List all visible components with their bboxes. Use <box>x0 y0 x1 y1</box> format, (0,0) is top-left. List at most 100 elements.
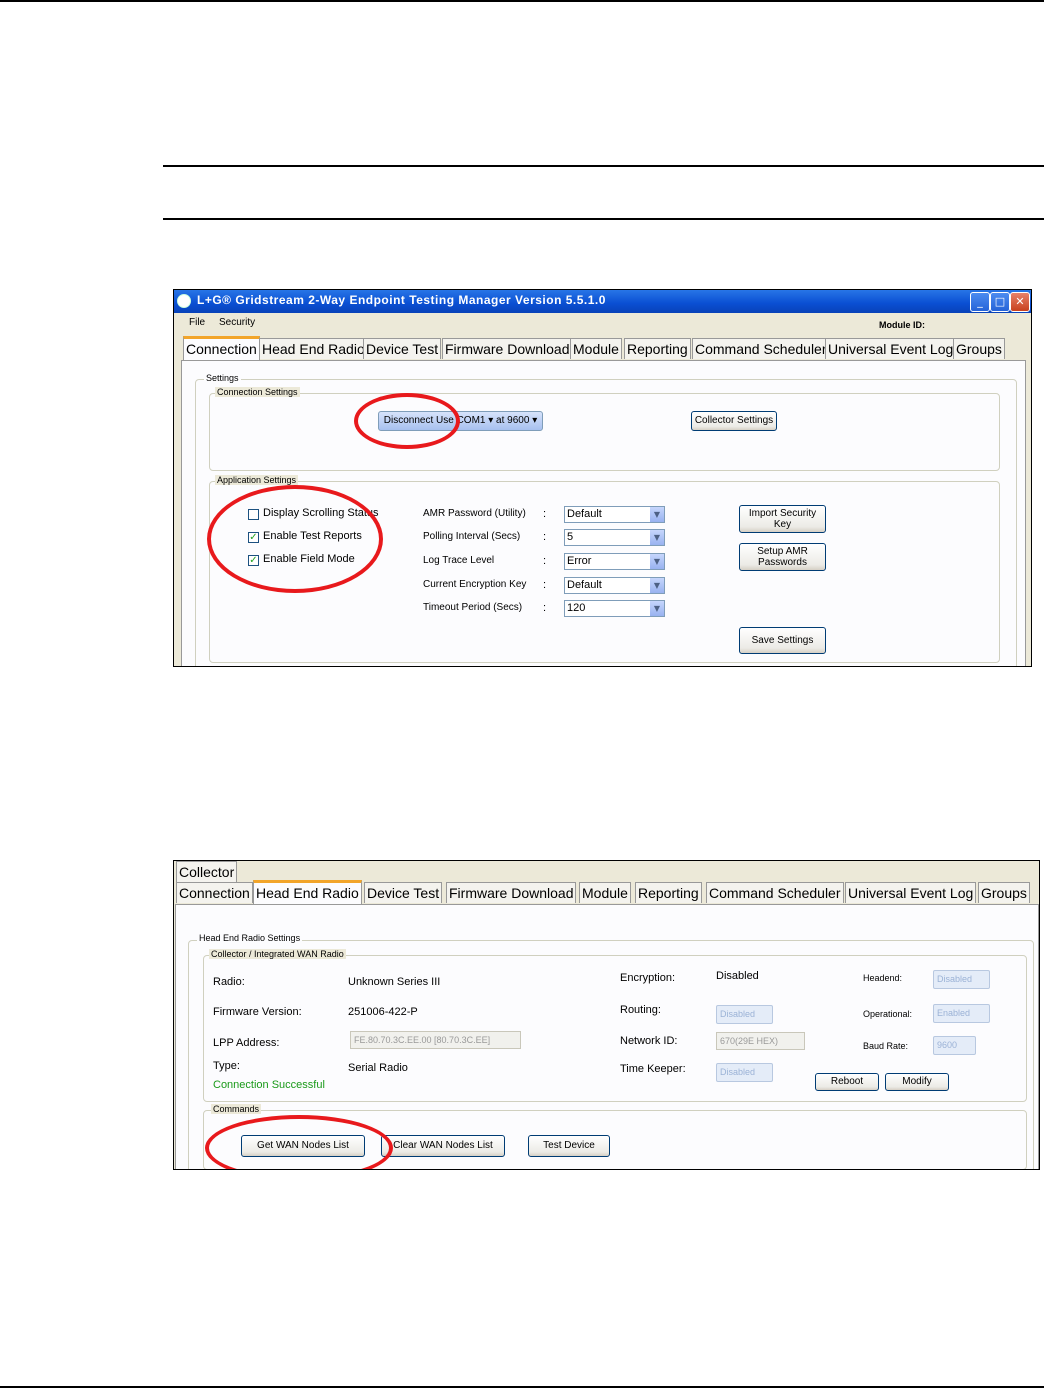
setup-amr-line2: Passwords <box>758 557 807 568</box>
commands-label: Commands <box>211 1104 262 1114</box>
time-keeper-label: Time Keeper: <box>620 1063 686 1075</box>
connection-settings-group <box>209 393 1000 471</box>
close-icon[interactable]: ✕ <box>1010 292 1030 312</box>
chevron-down-icon: ▼ <box>650 530 664 545</box>
minimize-icon[interactable]: _ <box>970 292 990 312</box>
network-id-field: 670(29E HEX) <box>716 1032 805 1050</box>
import-security-key-button[interactable]: Import Security Key <box>739 505 826 533</box>
enable-field-mode-label: Enable Field Mode <box>263 553 355 565</box>
tab-module[interactable]: Module <box>579 882 631 903</box>
tab-reporting[interactable]: Reporting <box>635 882 702 903</box>
note-rule-bottom <box>163 218 1044 220</box>
menu-bar: File Security Module ID: <box>173 317 1032 331</box>
tab-firmware-download[interactable]: Firmware Download <box>442 338 573 359</box>
polling-interval-select[interactable]: 5 ▼ <box>564 529 665 546</box>
tab-device-test[interactable]: Device Test <box>364 882 443 903</box>
save-settings-button[interactable]: Save Settings <box>739 627 826 654</box>
test-device-button[interactable]: Test Device <box>528 1135 610 1157</box>
menu-file[interactable]: File <box>189 317 205 328</box>
amr-password-select[interactable]: Default ▼ <box>564 506 665 523</box>
headend-label: Headend: <box>863 973 903 983</box>
routing-label: Routing: <box>620 1004 661 1016</box>
setup-amr-passwords-button[interactable]: Setup AMR Passwords <box>739 543 826 571</box>
timeout-period-label: Timeout Period (Secs) <box>423 602 523 613</box>
import-key-line2: Key <box>773 519 792 530</box>
log-trace-label: Log Trace Level <box>423 555 495 566</box>
window-titlebar: L+G® Gridstream 2-Way Endpoint Testing M… <box>173 289 1032 313</box>
tab-command-scheduler[interactable]: Command Scheduler <box>692 338 830 359</box>
firmware-version-label: Firmware Version: <box>213 1006 302 1018</box>
settings-label: Settings <box>204 373 241 383</box>
polling-interval-label: Polling Interval (Secs) <box>423 531 521 542</box>
type-value: Serial Radio <box>348 1062 408 1074</box>
network-id-label: Network ID: <box>620 1035 678 1047</box>
enable-test-reports-label: Enable Test Reports <box>263 530 362 542</box>
tab-reporting[interactable]: Reporting <box>624 338 691 359</box>
colon: : <box>543 602 547 614</box>
menu-security[interactable]: Security <box>219 317 255 328</box>
chevron-down-icon: ▼ <box>650 578 664 593</box>
routing-select[interactable]: Disabled <box>716 1005 773 1024</box>
operational-select[interactable]: Enabled <box>933 1004 990 1023</box>
type-label: Type: <box>213 1060 240 1072</box>
encryption-value: Disabled <box>716 970 759 982</box>
encryption-label: Encryption: <box>620 972 676 984</box>
tab-universal-event-log[interactable]: Universal Event Log <box>845 882 977 903</box>
get-wan-nodes-list-button[interactable]: Get WAN Nodes List <box>241 1135 365 1157</box>
note-rule-top <box>163 165 1044 167</box>
tab-module[interactable]: Module <box>570 338 622 359</box>
module-id-label: Module ID: <box>879 320 925 330</box>
tab-head-end-radio[interactable]: Head End Radio <box>253 880 362 905</box>
timeout-period-select[interactable]: 120 ▼ <box>564 600 665 617</box>
enable-field-mode-checkbox[interactable]: ✓ <box>248 555 259 566</box>
tab-connection[interactable]: Connection <box>183 336 260 361</box>
time-keeper-select[interactable]: Disabled <box>716 1063 773 1082</box>
amr-password-label: AMR Password (Utility) <box>423 508 526 519</box>
colon: : <box>543 579 547 591</box>
log-trace-select[interactable]: Error ▼ <box>564 553 665 570</box>
maximize-icon[interactable]: □ <box>990 292 1010 312</box>
colon: : <box>543 555 547 567</box>
head-end-radio-settings-label: Head End Radio Settings <box>197 933 303 943</box>
import-key-line1: Import Security <box>748 508 817 519</box>
baud-rate-select[interactable]: 9600 <box>933 1036 976 1055</box>
connection-settings-label: Connection Settings <box>215 387 300 397</box>
enable-test-reports-checkbox[interactable]: ✓ <box>248 532 259 543</box>
chevron-down-icon: ▼ <box>650 554 664 569</box>
operational-label: Operational: <box>863 1009 913 1019</box>
tab-device-test[interactable]: Device Test <box>363 338 442 359</box>
firmware-version-value: 251006-422-P <box>348 1006 418 1018</box>
collector-settings-button[interactable]: Collector Settings <box>691 411 777 431</box>
colon: : <box>543 531 547 543</box>
headend-select[interactable]: Disabled <box>933 970 990 989</box>
connection-status: Connection Successful <box>213 1079 325 1091</box>
chevron-down-icon: ▼ <box>650 601 664 616</box>
lpp-address-field: FE.80.70.3C.EE.00 [80.70.3C.EE] <box>350 1031 521 1049</box>
tab-universal-event-log[interactable]: Universal Event Log <box>825 338 957 359</box>
encryption-key-label: Current Encryption Key <box>423 579 527 590</box>
window-title: L+G® Gridstream 2-Way Endpoint Testing M… <box>197 293 606 307</box>
screenshot-head-end-radio-tab: Collector Connection Head End Radio Devi… <box>173 860 1040 1170</box>
connect-combo[interactable]: Disconnect Use COM1 ▾ at 9600 ▾ <box>378 411 543 431</box>
tab-groups[interactable]: Groups <box>978 882 1030 903</box>
modify-button[interactable]: Modify <box>885 1073 949 1091</box>
tab-command-scheduler[interactable]: Command Scheduler <box>706 882 844 903</box>
radio-label: Radio: <box>213 976 245 988</box>
lpp-address-label: LPP Address: <box>213 1037 280 1049</box>
display-scrolling-checkbox[interactable] <box>248 509 259 520</box>
tab-connection[interactable]: Connection <box>176 882 253 903</box>
application-settings-label: Application Settings <box>215 475 299 485</box>
app-icon <box>177 294 191 308</box>
tab-collector[interactable]: Collector <box>176 861 238 882</box>
colon: : <box>543 508 547 520</box>
baud-rate-label: Baud Rate: <box>863 1041 909 1051</box>
tab-head-end-radio[interactable]: Head End Radio <box>259 338 368 359</box>
tab-groups[interactable]: Groups <box>953 338 1005 359</box>
tab-firmware-download[interactable]: Firmware Download <box>446 882 577 903</box>
screenshot-connection-tab: L+G® Gridstream 2-Way Endpoint Testing M… <box>173 289 1032 667</box>
setup-amr-line1: Setup AMR <box>757 546 808 557</box>
encryption-key-select[interactable]: Default ▼ <box>564 577 665 594</box>
clear-wan-nodes-list-button[interactable]: Clear WAN Nodes List <box>381 1135 505 1157</box>
display-scrolling-label: Display Scrolling Status <box>263 507 379 519</box>
reboot-button[interactable]: Reboot <box>815 1073 879 1091</box>
